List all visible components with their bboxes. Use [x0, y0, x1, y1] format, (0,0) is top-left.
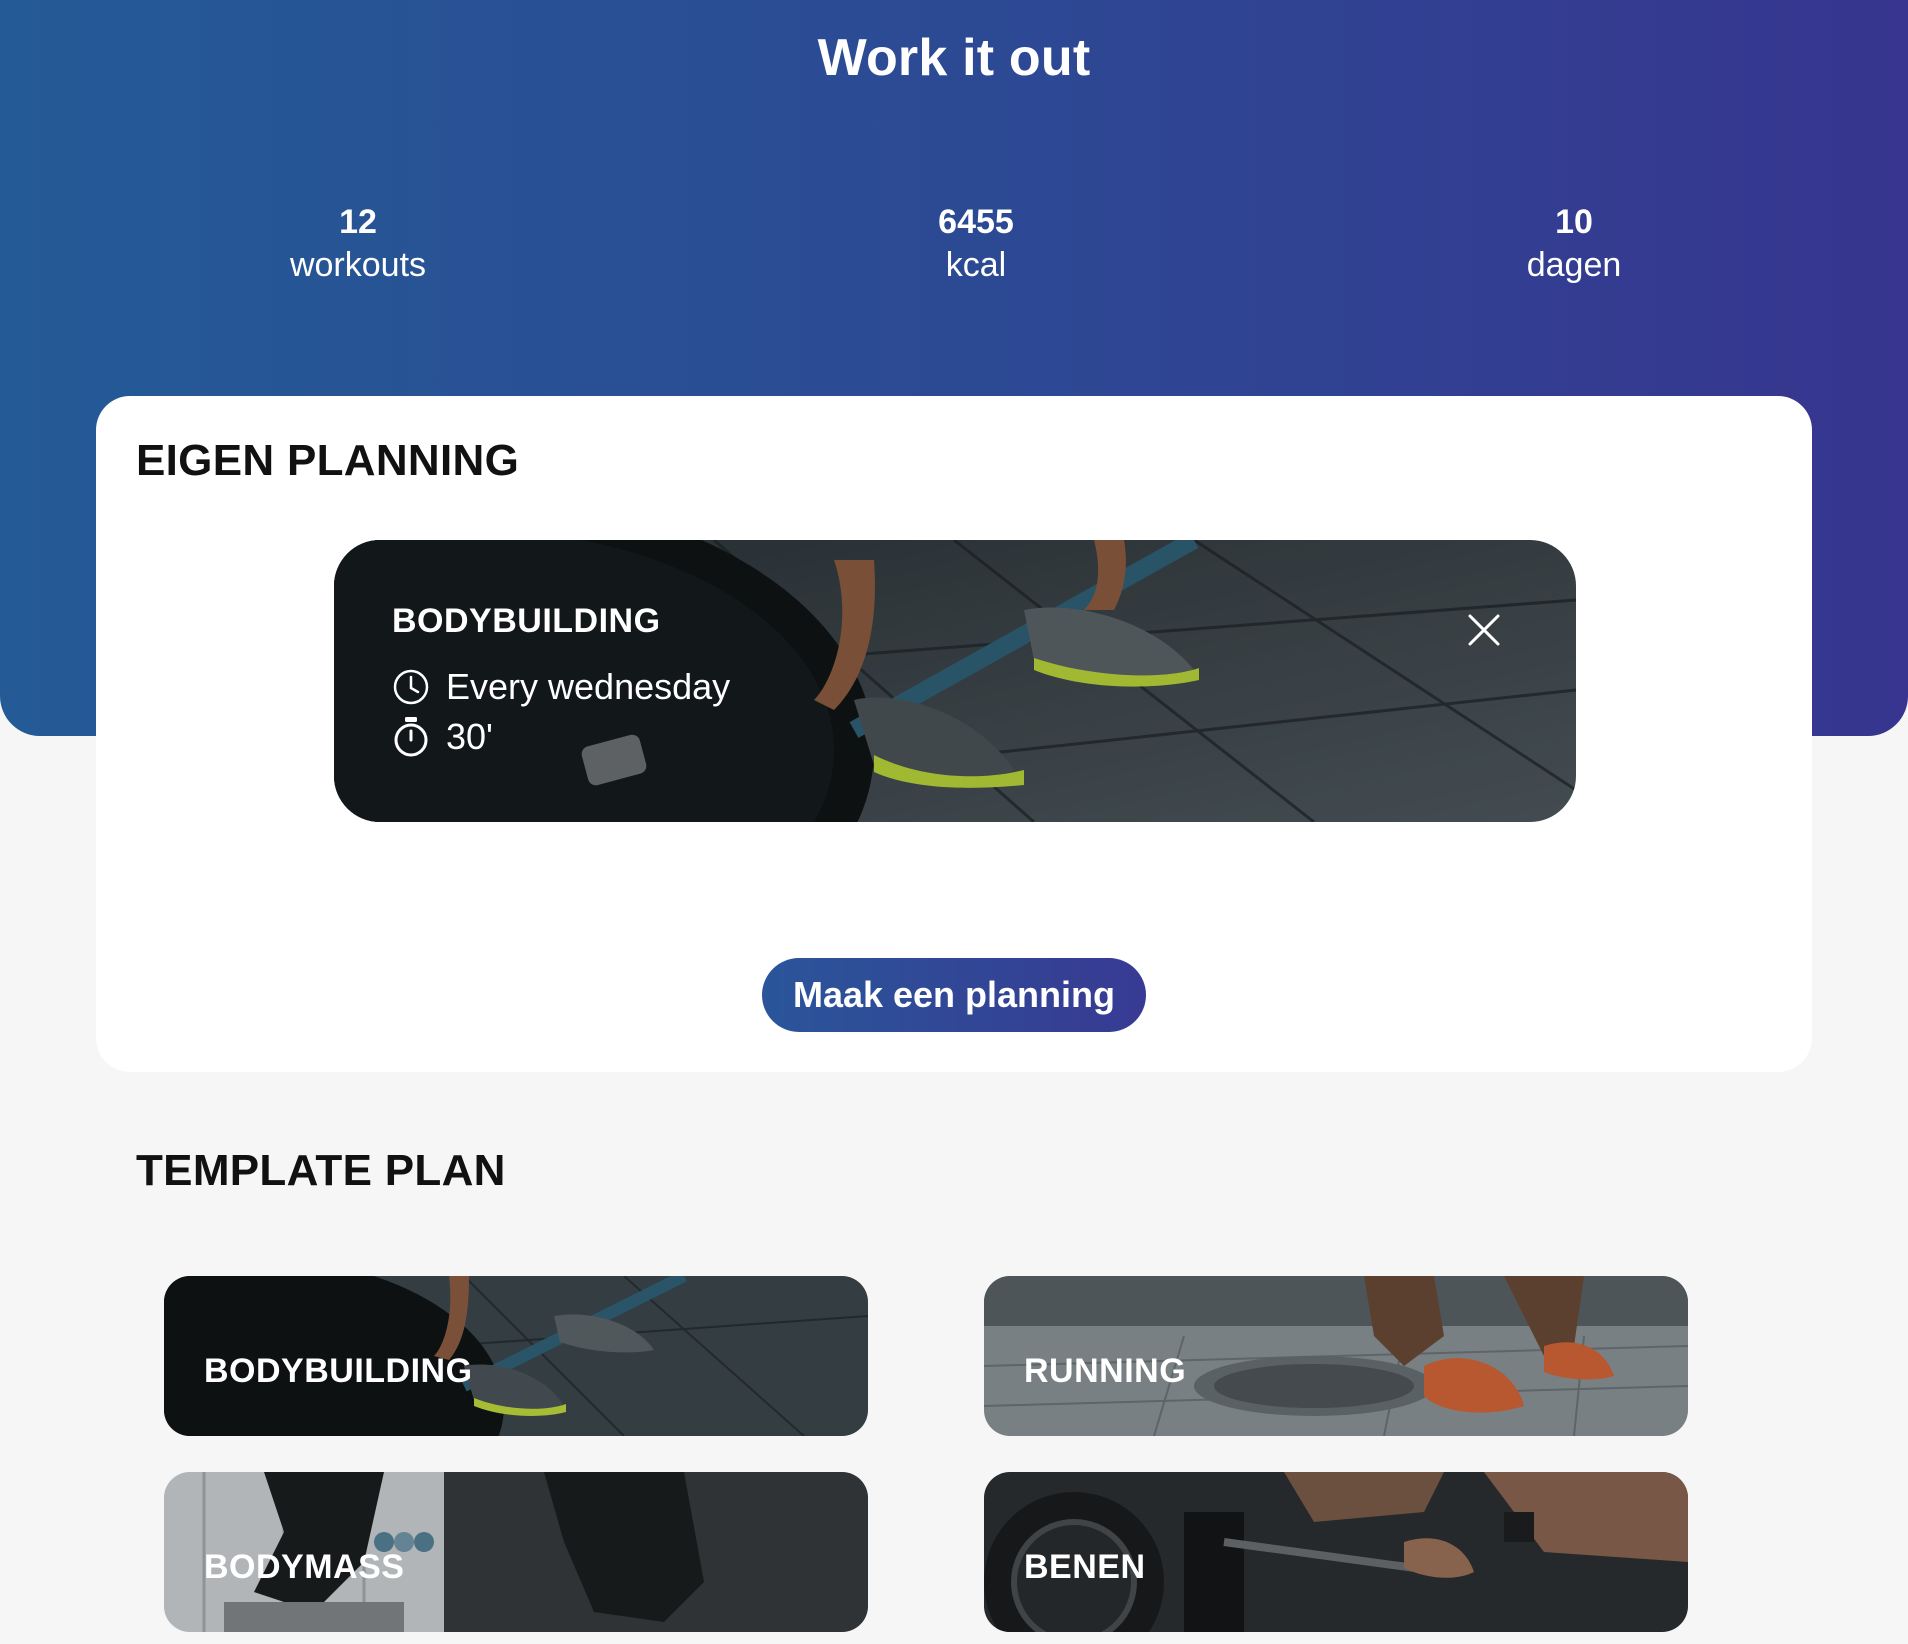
own-planning-card: EIGEN PLANNING BODYBUILDING Every wednes…: [96, 396, 1812, 1072]
clock-icon: [393, 669, 429, 705]
template-label: BODYMASS: [204, 1548, 405, 1586]
duration-row: 30': [392, 716, 493, 758]
template-label: RUNNING: [1024, 1352, 1187, 1390]
template-card-bodymass[interactable]: BODYMASS: [164, 1472, 868, 1632]
close-icon[interactable]: [1464, 610, 1504, 650]
app-page: Work it out 12 workouts 6455 kcal 10 dag…: [0, 0, 1908, 1644]
template-card-running[interactable]: RUNNING: [984, 1276, 1688, 1436]
stat-value: 12: [339, 203, 377, 241]
template-card-bodybuilding[interactable]: BODYBUILDING: [164, 1276, 868, 1436]
stat-label: dagen: [1526, 246, 1622, 284]
stat-label: kcal: [945, 246, 1007, 284]
template-label: BODYBUILDING: [204, 1352, 473, 1390]
template-label: BENEN: [1024, 1548, 1146, 1586]
stat-label: workouts: [289, 246, 427, 284]
app-title: Work it out: [817, 29, 1091, 87]
stopwatch-icon: [394, 717, 428, 757]
schedule-row: Every wednesday: [392, 666, 730, 708]
duration-text: 30': [446, 716, 493, 757]
create-planning-button[interactable]: Maak een planning: [762, 958, 1146, 1032]
stat-value: 6455: [938, 203, 1014, 241]
section-title-templates: TEMPLATE PLAN: [136, 1146, 506, 1195]
planned-workout-name: BODYBUILDING: [392, 602, 661, 640]
template-card-benen[interactable]: BENEN: [984, 1472, 1688, 1632]
planned-workout-card[interactable]: BODYBUILDING Every wednesday 30': [334, 540, 1576, 822]
stat-value: 10: [1555, 203, 1593, 241]
schedule-text: Every wednesday: [446, 666, 731, 707]
section-title-planning: EIGEN PLANNING: [136, 436, 520, 485]
stat-kcal: 6455 kcal: [826, 202, 1126, 288]
stat-workouts: 12 workouts: [208, 202, 508, 288]
stat-days: 10 dagen: [1424, 202, 1724, 288]
